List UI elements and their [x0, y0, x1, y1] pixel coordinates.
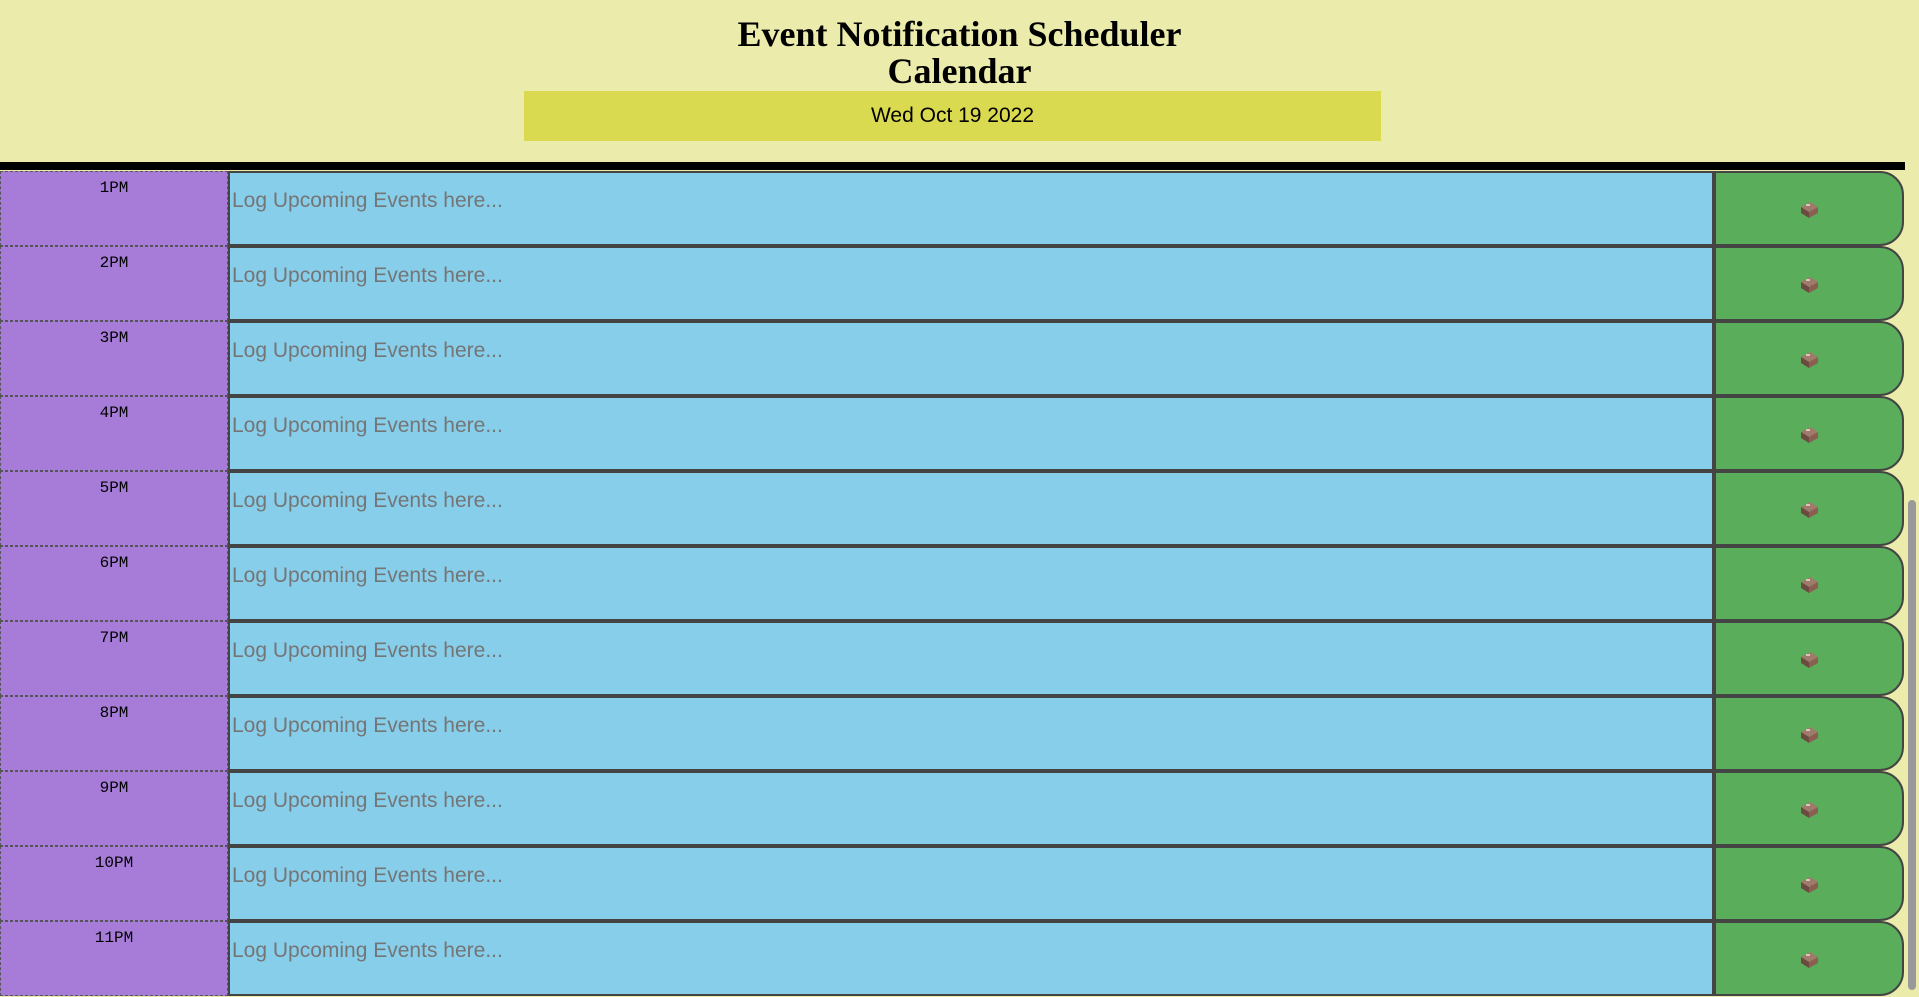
header-divider	[0, 162, 1905, 170]
event-description-input[interactable]	[228, 621, 1714, 696]
save-icon	[1801, 576, 1818, 593]
hour-label: 7PM	[0, 621, 228, 696]
save-button[interactable]	[1714, 546, 1904, 621]
save-button[interactable]	[1714, 696, 1904, 771]
header: Event Notification Scheduler Calendar We…	[0, 0, 1919, 162]
hour-label: 5PM	[0, 471, 228, 546]
title-line-1: Event Notification Scheduler	[737, 14, 1182, 54]
hour-label: 8PM	[0, 696, 228, 771]
time-block-row: 8PM	[0, 696, 1905, 771]
save-button[interactable]	[1714, 171, 1904, 246]
save-button[interactable]	[1714, 771, 1904, 846]
event-description-input[interactable]	[228, 246, 1714, 321]
page: Event Notification Scheduler Calendar We…	[0, 0, 1919, 997]
save-icon	[1801, 276, 1818, 293]
time-block-list: 1PM2PM3PM4PM5PM6PM7PM8PM9PM10PM11PM	[0, 171, 1905, 996]
time-block-row: 10PM	[0, 846, 1905, 921]
hour-label: 10PM	[0, 846, 228, 921]
save-button[interactable]	[1714, 321, 1904, 396]
time-block-row: 4PM	[0, 396, 1905, 471]
event-description-input[interactable]	[228, 471, 1714, 546]
event-description-input[interactable]	[228, 171, 1714, 246]
save-icon	[1801, 351, 1818, 368]
save-button[interactable]	[1714, 396, 1904, 471]
hour-label: 4PM	[0, 396, 228, 471]
save-button[interactable]	[1714, 621, 1904, 696]
scrollbar[interactable]	[1905, 0, 1919, 997]
event-description-input[interactable]	[228, 846, 1714, 921]
hour-label: 9PM	[0, 771, 228, 846]
save-button[interactable]	[1714, 921, 1904, 996]
save-icon	[1801, 726, 1818, 743]
save-button[interactable]	[1714, 246, 1904, 321]
time-block-row: 5PM	[0, 471, 1905, 546]
save-icon	[1801, 651, 1818, 668]
scrollbar-thumb[interactable]	[1908, 500, 1916, 990]
save-button[interactable]	[1714, 471, 1904, 546]
save-icon	[1801, 801, 1818, 818]
hour-label: 1PM	[0, 171, 228, 246]
time-block-row: 1PM	[0, 171, 1905, 246]
hour-label: 2PM	[0, 246, 228, 321]
save-icon	[1801, 876, 1818, 893]
time-block-row: 9PM	[0, 771, 1905, 846]
event-description-input[interactable]	[228, 321, 1714, 396]
save-icon	[1801, 201, 1818, 218]
title-line-2: Calendar	[887, 51, 1032, 91]
time-block-row: 6PM	[0, 546, 1905, 621]
save-icon	[1801, 501, 1818, 518]
time-block-row: 11PM	[0, 921, 1905, 996]
save-button[interactable]	[1714, 846, 1904, 921]
event-description-input[interactable]	[228, 696, 1714, 771]
hour-label: 11PM	[0, 921, 228, 996]
page-title: Event Notification Scheduler Calendar	[0, 0, 1919, 90]
time-block-row: 2PM	[0, 246, 1905, 321]
time-block-row: 7PM	[0, 621, 1905, 696]
event-description-input[interactable]	[228, 921, 1714, 996]
current-date: Wed Oct 19 2022	[524, 91, 1381, 141]
event-description-input[interactable]	[228, 546, 1714, 621]
hour-label: 3PM	[0, 321, 228, 396]
save-icon	[1801, 426, 1818, 443]
save-icon	[1801, 951, 1818, 968]
hour-label: 6PM	[0, 546, 228, 621]
event-description-input[interactable]	[228, 771, 1714, 846]
time-block-row: 3PM	[0, 321, 1905, 396]
event-description-input[interactable]	[228, 396, 1714, 471]
